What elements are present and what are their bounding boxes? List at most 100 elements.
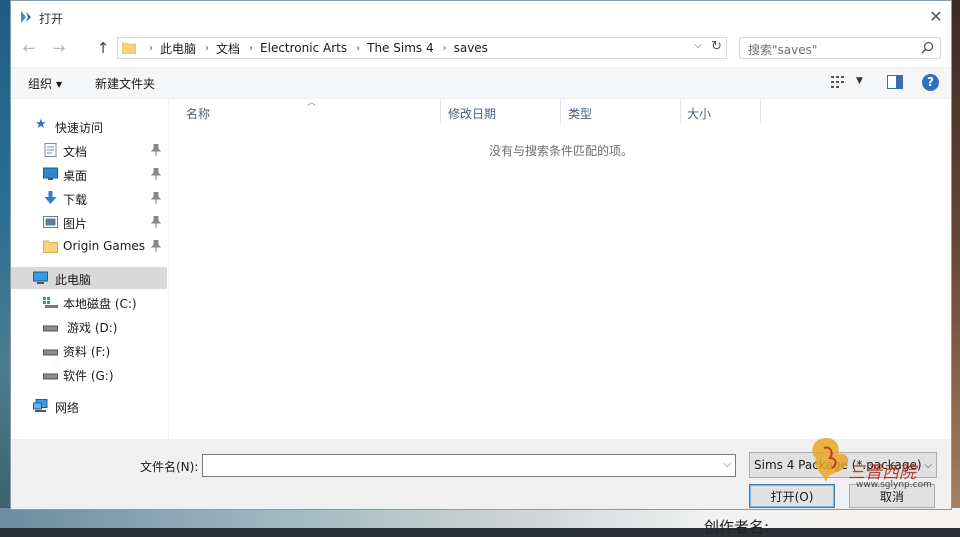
new-folder-button[interactable]: 新建文件夹 (95, 75, 155, 92)
breadcrumb-separator[interactable]: › (443, 43, 447, 54)
sidebar-item-label: 下载 (63, 193, 88, 207)
site-watermark: 三晋西院 www.sglynp.com (808, 432, 938, 502)
search-box[interactable]: 搜索"saves" (739, 37, 941, 59)
column-divider[interactable] (680, 99, 681, 125)
breadcrumb-electronic-arts[interactable]: Electronic Arts (260, 41, 347, 55)
sidebar-item-drive-d[interactable]: 游戏 (D:) (11, 315, 167, 337)
sidebar-item-label: 此电脑 (55, 273, 92, 287)
pin-icon[interactable] (151, 168, 161, 180)
empty-results-message: 没有与搜索条件匹配的项。 (489, 144, 634, 158)
folder-icon (43, 240, 58, 253)
up-button[interactable]: ↑ (91, 37, 115, 59)
sidebar-item-label: 图片 (63, 217, 88, 231)
close-icon: ✕ (929, 6, 943, 26)
column-header-size[interactable]: 大小 (687, 105, 711, 122)
pin-icon[interactable] (151, 144, 161, 156)
star-icon: ★ (35, 117, 47, 132)
breadcrumb-the-sims-4[interactable]: The Sims 4 (367, 41, 433, 55)
sidebar-item-downloads[interactable]: 下载 (11, 187, 167, 209)
refresh-icon[interactable]: ↻ (711, 39, 722, 54)
navigation-pane: ★ 快速访问 文档 桌面 下载 图片 Origin Games 此电脑 本地磁盘… (11, 99, 167, 439)
computer-icon (33, 271, 48, 284)
pin-icon[interactable] (151, 216, 161, 228)
help-icon[interactable]: ? (922, 74, 939, 91)
command-bar: 组织 ▼ 新建文件夹 ▼ ? (11, 67, 951, 99)
column-header-type[interactable]: 类型 (568, 105, 592, 122)
column-headers: ︿ 名称 修改日期 类型 大小 (169, 98, 949, 125)
column-header-name[interactable]: 名称 (186, 105, 210, 122)
column-header-modified[interactable]: 修改日期 (448, 105, 496, 122)
sidebar-item-origin-games[interactable]: Origin Games (11, 235, 167, 257)
sidebar-item-drive-f[interactable]: 资料 (F:) (11, 339, 167, 361)
address-bar[interactable]: › 此电脑 › 文档 › Electronic Arts › The Sims … (117, 37, 727, 59)
close-button[interactable]: ✕ (921, 1, 951, 31)
sidebar-item-pictures[interactable]: 图片 (11, 211, 167, 233)
drive-icon (43, 325, 58, 332)
sort-ascending-icon: ︿ (307, 98, 317, 108)
sidebar-item-label: 本地磁盘 (C:) (63, 297, 137, 311)
breadcrumb-this-pc[interactable]: 此电脑 (160, 40, 196, 57)
search-placeholder: 搜索"saves" (748, 43, 818, 57)
sidebar-item-documents[interactable]: 文档 (11, 139, 167, 161)
breadcrumb-documents[interactable]: 文档 (216, 40, 240, 57)
folder-icon (122, 42, 136, 54)
back-button[interactable]: ← (17, 37, 41, 59)
breadcrumb-separator[interactable]: › (205, 43, 209, 54)
chevron-down-icon[interactable]: ⌵ (723, 459, 731, 470)
pin-icon[interactable] (151, 192, 161, 204)
filename-label: 文件名(N): (140, 460, 199, 474)
watermark-url: www.sglynp.com (856, 480, 932, 490)
sidebar-item-label: Origin Games (63, 239, 146, 253)
breadcrumb: › 此电脑 › 文档 › Electronic Arts › The Sims … (140, 38, 488, 58)
sidebar-item-label: 游戏 (D:) (67, 321, 118, 335)
organize-label: 组织 (28, 77, 53, 91)
sidebar-item-network[interactable]: 网络 (11, 395, 167, 417)
sims-app-icon (21, 11, 31, 23)
desktop-icon (43, 167, 58, 180)
system-drive-icon (43, 297, 58, 308)
breadcrumb-separator[interactable]: › (249, 43, 253, 54)
download-icon (44, 191, 57, 204)
sidebar-item-this-pc[interactable]: 此电脑 (11, 267, 167, 289)
sidebar-item-label: 网络 (55, 401, 80, 415)
drive-icon (43, 349, 58, 356)
desktop-background-right (952, 0, 960, 528)
pin-icon[interactable] (151, 240, 161, 252)
window-title: 打开 (39, 12, 64, 26)
sidebar-item-label: 软件 (G:) (63, 369, 114, 383)
pictures-icon (43, 216, 58, 228)
organize-button[interactable]: 组织 ▼ (28, 75, 62, 92)
sidebar-item-desktop[interactable]: 桌面 (11, 163, 167, 185)
column-divider[interactable] (760, 99, 761, 125)
drive-icon (43, 373, 58, 380)
sidebar-item-label: 桌面 (63, 169, 88, 183)
view-caret-icon[interactable]: ▼ (856, 76, 863, 86)
column-divider[interactable] (440, 99, 441, 125)
up-arrow-icon: ↑ (96, 39, 110, 57)
forward-arrow-icon: → (52, 39, 66, 57)
address-dropdown-icon[interactable]: ⌵ (694, 40, 702, 51)
filename-input[interactable]: ⌵ (202, 454, 736, 477)
title-bar[interactable]: 打开 ✕ (11, 1, 951, 33)
back-arrow-icon: ← (22, 39, 36, 57)
sidebar-item-label: 快速访问 (55, 121, 104, 135)
document-icon (44, 143, 57, 157)
preview-pane-icon[interactable] (887, 75, 903, 89)
sidebar-item-quick-access[interactable]: ★ 快速访问 (11, 115, 167, 137)
forward-button[interactable]: → (47, 37, 71, 59)
search-icon[interactable] (921, 41, 934, 54)
sidebar-item-drive-c[interactable]: 本地磁盘 (C:) (11, 291, 167, 313)
breadcrumb-separator[interactable]: › (356, 43, 360, 54)
desktop-background-bottom (0, 508, 960, 528)
pane-splitter[interactable] (168, 99, 169, 439)
sidebar-item-drive-g[interactable]: 软件 (G:) (11, 363, 167, 385)
breadcrumb-saves[interactable]: saves (454, 41, 488, 55)
desktop-background-left (0, 0, 10, 528)
column-divider[interactable] (560, 99, 561, 125)
network-icon (33, 399, 48, 412)
view-options-icon[interactable] (831, 76, 847, 88)
caret-down-icon: ▼ (56, 80, 63, 89)
breadcrumb-separator: › (149, 42, 153, 54)
sidebar-item-label: 资料 (F:) (63, 345, 111, 359)
background-page-text: 创作者名: (704, 518, 770, 536)
